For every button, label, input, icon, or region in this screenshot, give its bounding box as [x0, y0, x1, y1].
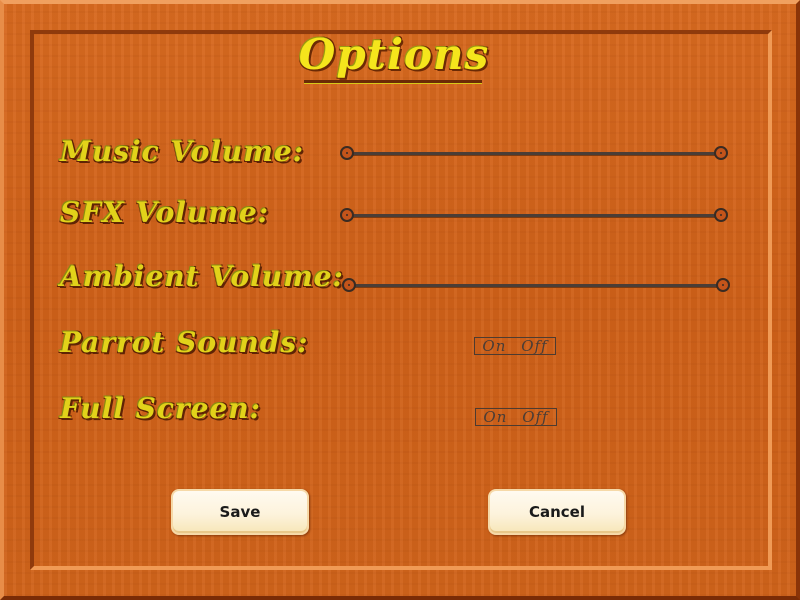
music-volume-track[interactable]	[346, 152, 722, 156]
full-screen-toggle[interactable]: On Off	[475, 408, 557, 426]
sfx-volume-handle[interactable]	[714, 208, 728, 222]
music-volume-label: Music Volume:	[60, 135, 305, 168]
parrot-sounds-toggle[interactable]: On Off	[474, 337, 556, 355]
ambient-volume-label: Ambient Volume:	[60, 260, 345, 293]
music-volume-handle[interactable]	[714, 146, 728, 160]
sfx-volume-slider[interactable]	[340, 208, 728, 224]
ambient-volume-handle[interactable]	[716, 278, 730, 292]
ambient-volume-slider[interactable]	[342, 278, 730, 294]
sfx-volume-track[interactable]	[346, 214, 722, 218]
ambient-volume-track[interactable]	[348, 284, 724, 288]
full-screen-off-option[interactable]: Off	[522, 408, 548, 426]
inner-frame	[30, 30, 772, 570]
sfx-volume-label: SFX Volume:	[60, 196, 270, 229]
parrot-sounds-label: Parrot Sounds:	[60, 326, 309, 359]
cancel-button[interactable]: Cancel	[488, 489, 626, 535]
parrot-sounds-off-option[interactable]: Off	[521, 337, 547, 355]
full-screen-label: Full Screen:	[60, 392, 262, 425]
options-dialog: Options Music Volume: SFX Volume: Ambien…	[0, 0, 800, 600]
ambient-volume-min-handle[interactable]	[342, 278, 356, 292]
dialog-title: Options	[298, 30, 490, 79]
title-underline	[304, 80, 482, 84]
music-volume-min-handle[interactable]	[340, 146, 354, 160]
sfx-volume-min-handle[interactable]	[340, 208, 354, 222]
save-button[interactable]: Save	[171, 489, 309, 535]
full-screen-on-option[interactable]: On	[483, 408, 507, 426]
parrot-sounds-on-option[interactable]: On	[482, 337, 506, 355]
music-volume-slider[interactable]	[340, 146, 728, 162]
